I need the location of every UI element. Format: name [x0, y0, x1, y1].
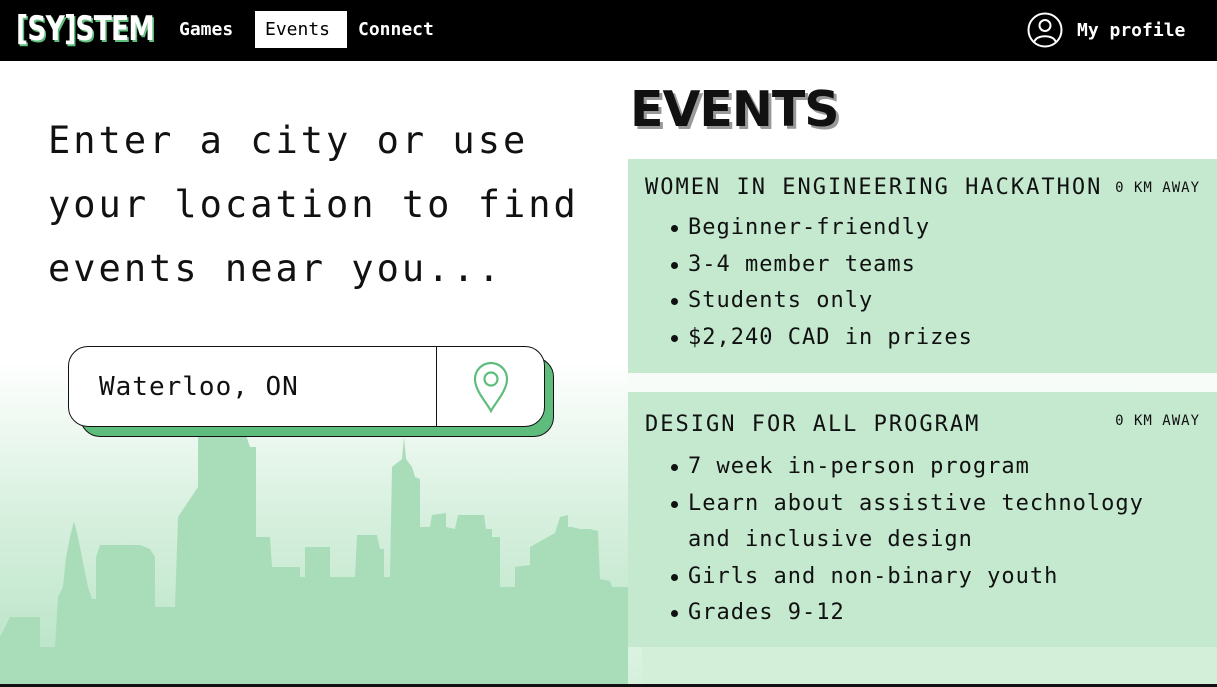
nav-item-events[interactable]: Events — [255, 11, 347, 48]
logo[interactable]: [SY]STEM — [16, 9, 155, 49]
search-prompt-heading: Enter a city or use your location to fin… — [48, 119, 579, 290]
event-feature: 7 week in-person program — [668, 449, 1144, 486]
event-card[interactable]: WOMEN IN ENGINEERING HACKATHON 0 KM AWAY… — [628, 159, 1217, 373]
use-location-button[interactable] — [436, 347, 544, 426]
user-circle-icon — [1027, 12, 1063, 48]
location-search — [68, 346, 554, 438]
event-feature: Grades 9-12 — [668, 595, 1144, 632]
event-feature: Students only — [668, 283, 973, 320]
event-title: DESIGN FOR ALL PROGRAM — [645, 412, 981, 437]
top-navbar: [SY]STEM Games Events Connect My profile — [0, 0, 1217, 61]
event-card-partial[interactable] — [642, 647, 1217, 687]
city-search-input[interactable] — [69, 347, 436, 426]
event-feature-line: and inclusive design — [688, 527, 973, 552]
search-panel: Enter a city or use your location to fin… — [0, 61, 628, 687]
city-skyline-illustration — [0, 429, 628, 687]
search-box — [68, 346, 545, 427]
profile-label: My profile — [1077, 19, 1186, 41]
event-feature: Girls and non-binary youth — [668, 559, 1144, 596]
nav-item-games[interactable]: Games — [169, 11, 243, 48]
events-panel: EVENTS WOMEN IN ENGINEERING HACKATHON 0 … — [628, 61, 1217, 687]
profile-link[interactable]: My profile — [1027, 11, 1185, 49]
event-card[interactable]: DESIGN FOR ALL PROGRAM 0 KM AWAY 7 week … — [628, 392, 1217, 647]
nav-item-connect[interactable]: Connect — [348, 11, 444, 48]
map-pin-icon — [473, 361, 508, 413]
event-features: Beginner-friendly 3-4 member teams Stude… — [668, 210, 973, 356]
event-feature: Beginner-friendly — [668, 210, 973, 247]
event-feature-line: Learn about assistive technology — [688, 490, 1144, 516]
event-feature: $2,240 CAD in prizes — [668, 320, 973, 357]
event-distance: 0 KM AWAY — [1115, 180, 1200, 196]
events-heading: EVENTS — [630, 81, 840, 138]
event-feature: 3-4 member teams — [668, 247, 973, 284]
event-distance: 0 KM AWAY — [1115, 413, 1200, 429]
event-feature: Learn about assistive technology and inc… — [668, 486, 1144, 559]
event-features: 7 week in-person program Learn about ass… — [668, 449, 1144, 632]
event-title: WOMEN IN ENGINEERING HACKATHON — [645, 175, 1103, 200]
